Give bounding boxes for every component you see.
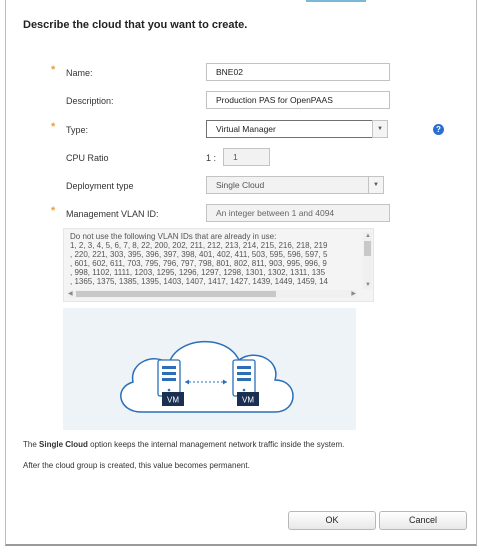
cpu-ratio-prefix: 1 : bbox=[206, 153, 217, 163]
type-dropdown-button[interactable]: ▼ bbox=[372, 120, 388, 138]
type-select[interactable]: Virtual Manager bbox=[206, 120, 373, 138]
permanent-value-note: After the cloud group is created, this v… bbox=[23, 461, 250, 470]
description-field[interactable]: Production PAS for OpenPAAS bbox=[206, 91, 390, 109]
help-icon[interactable]: ? bbox=[433, 124, 444, 135]
server-left-icon bbox=[157, 359, 181, 397]
cpu-ratio-field[interactable]: 1 bbox=[223, 148, 270, 166]
vm-label-left: VM bbox=[167, 396, 179, 405]
info-suffix: option keeps the internal management net… bbox=[87, 440, 345, 449]
dialog-title: Describe the cloud that you want to crea… bbox=[23, 19, 248, 31]
info-prefix: The bbox=[23, 440, 40, 449]
scrollbar-thumb[interactable] bbox=[364, 241, 371, 256]
required-marker: * bbox=[51, 205, 56, 217]
horizontal-scrollbar[interactable]: ◀ ▶ bbox=[67, 290, 357, 298]
vm-label-right: VM bbox=[242, 396, 254, 405]
vlan-label: Management VLAN ID: bbox=[66, 209, 159, 219]
vlan-list-line: 1, 2, 3, 4, 5, 6, 7, 8, 22, 200, 202, 21… bbox=[70, 241, 328, 250]
deployment-dropdown-button[interactable]: ▼ bbox=[368, 176, 384, 194]
required-marker: * bbox=[51, 64, 56, 76]
scroll-up-icon[interactable]: ▲ bbox=[365, 233, 371, 239]
dialog-top-accent bbox=[306, 0, 366, 2]
vlan-list-heading: Do not use the following VLAN IDs that a… bbox=[70, 232, 277, 241]
vlan-list-line: , 220, 221, 303, 395, 396, 397, 398, 401… bbox=[70, 250, 328, 259]
deployment-type-label: Deployment type bbox=[66, 181, 134, 191]
name-field[interactable]: BNE02 bbox=[206, 63, 390, 81]
ok-button[interactable]: OK bbox=[288, 511, 376, 530]
chevron-down-icon: ▼ bbox=[373, 182, 379, 188]
create-cloud-dialog: Describe the cloud that you want to crea… bbox=[5, 0, 477, 546]
scroll-down-icon[interactable]: ▼ bbox=[365, 282, 371, 288]
name-label: Name: bbox=[66, 68, 93, 78]
scrollbar-thumb[interactable] bbox=[76, 291, 276, 297]
chevron-down-icon: ▼ bbox=[377, 126, 383, 132]
scroll-left-icon[interactable]: ◀ bbox=[68, 291, 73, 297]
cloud-icon bbox=[120, 340, 294, 413]
vertical-scrollbar[interactable]: ▲ ▼ bbox=[363, 232, 372, 289]
single-cloud-info: The Single Cloud option keeps the intern… bbox=[23, 440, 344, 449]
vlan-in-use-list[interactable]: Do not use the following VLAN IDs that a… bbox=[63, 228, 374, 302]
single-cloud-illustration: VM VM bbox=[63, 308, 356, 430]
server-right-icon bbox=[232, 359, 256, 397]
scroll-right-icon[interactable]: ▶ bbox=[351, 291, 356, 297]
cloud-diagram: VM VM bbox=[120, 340, 294, 413]
deployment-type-select[interactable]: Single Cloud bbox=[206, 176, 369, 194]
vlan-list-line: , 1365, 1375, 1385, 1395, 1403, 1407, 14… bbox=[70, 277, 329, 286]
vlan-list-line: , 998, 1102, 1111, 1203, 1295, 1296, 129… bbox=[70, 268, 326, 277]
description-label: Description: bbox=[66, 96, 114, 106]
cpu-ratio-label: CPU Ratio bbox=[66, 153, 109, 163]
type-label: Type: bbox=[66, 125, 89, 135]
vlan-input[interactable]: An integer between 1 and 4094 bbox=[206, 204, 390, 222]
vlan-list-line: , 601, 602, 611, 703, 795, 796, 797, 798… bbox=[70, 259, 327, 268]
info-bold-term: Single Cloud bbox=[39, 440, 88, 449]
required-marker: * bbox=[51, 121, 56, 133]
vlan-list-text: Do not use the following VLAN IDs that a… bbox=[70, 232, 365, 286]
cancel-button[interactable]: Cancel bbox=[379, 511, 467, 530]
